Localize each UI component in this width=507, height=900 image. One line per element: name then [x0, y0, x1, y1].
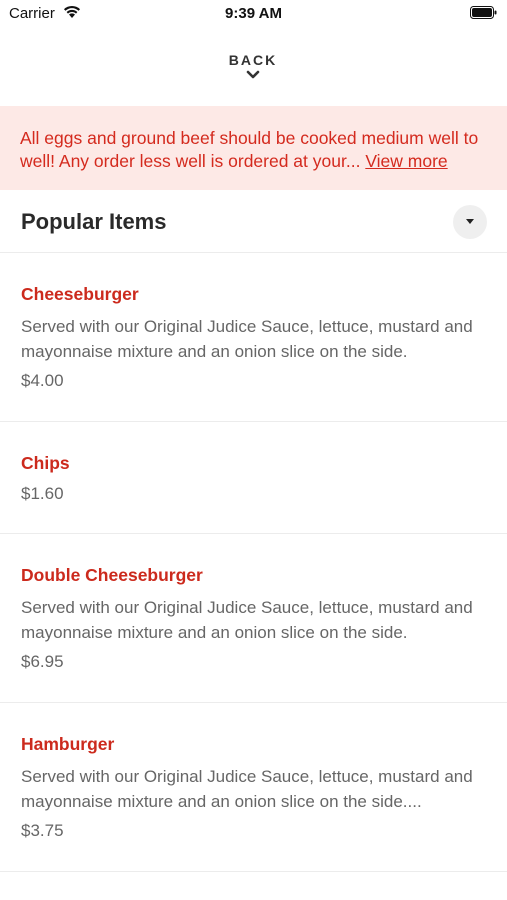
menu-item[interactable]: Chips $1.60	[0, 422, 507, 534]
item-name: Cheeseburger	[21, 284, 139, 304]
status-bar: Carrier 9:39 AM	[0, 0, 507, 30]
section-dropdown-button[interactable]	[453, 205, 487, 239]
clock-time: 9:39 AM	[225, 5, 282, 22]
section-header: Popular Items	[0, 190, 507, 253]
menu-item[interactable]: Double Cheeseburger Served with our Orig…	[0, 534, 507, 703]
item-description: Served with our Original Judice Sauce, l…	[21, 767, 473, 811]
cooking-notice-banner: All eggs and ground beef should be cooke…	[0, 106, 507, 190]
chevron-down-icon	[246, 70, 260, 79]
item-description: Served with our Original Judice Sauce, l…	[21, 598, 473, 642]
item-price: $4.00	[21, 371, 64, 390]
back-label: BACK	[228, 52, 278, 68]
item-description: Served with our Original Judice Sauce, l…	[21, 317, 473, 361]
back-button[interactable]: BACK	[203, 50, 303, 92]
view-more-link[interactable]: View more	[365, 151, 447, 171]
menu-item-list: Cheeseburger Served with our Original Ju…	[0, 253, 507, 872]
battery-icon	[470, 6, 497, 19]
caret-down-icon	[466, 219, 474, 224]
item-price: $3.75	[21, 821, 64, 840]
item-name: Hamburger	[21, 734, 115, 754]
menu-item[interactable]: Hamburger Served with our Original Judic…	[0, 703, 507, 872]
item-price: $6.95	[21, 652, 64, 671]
notice-text-block: All eggs and ground beef should be cooke…	[20, 127, 487, 172]
menu-item[interactable]: Cheeseburger Served with our Original Ju…	[0, 253, 507, 422]
item-price: $1.60	[21, 484, 64, 503]
item-name: Chips	[21, 453, 70, 473]
item-name: Double Cheeseburger	[21, 565, 203, 585]
section-title: Popular Items	[21, 209, 167, 234]
